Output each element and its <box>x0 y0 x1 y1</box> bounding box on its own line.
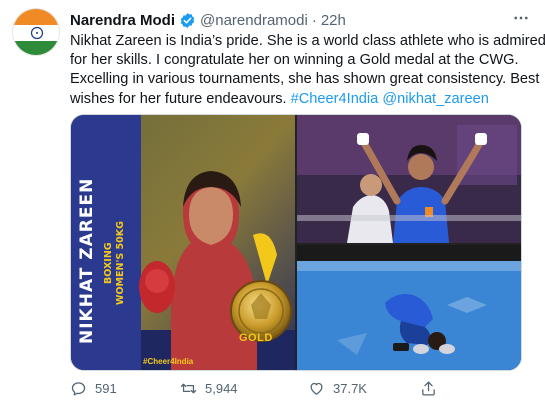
tweet-line-last: wishes for her future endeavours. #Cheer… <box>70 90 530 109</box>
poster-event-category: WOMEN'S 50KG <box>115 221 126 305</box>
heart-icon <box>310 382 323 395</box>
kneeling-photo[interactable] <box>297 245 521 370</box>
poster-event-sport: BOXING <box>103 242 114 284</box>
retweet-icon <box>180 383 197 393</box>
tweet-text: Nikhat Zareen is India’s pride. She is a… <box>70 32 545 109</box>
poster-athlete-name: NIKHAT ZAREEN <box>77 177 97 345</box>
author-handle[interactable]: @narendramodi <box>200 12 308 29</box>
tweet-line: Nikhat Zareen is India’s pride. She is a… <box>70 33 545 49</box>
avatar[interactable] <box>12 8 60 56</box>
kneeling-photo-artwork <box>297 245 521 370</box>
tweet-actions: 591 5,944 37.7K <box>70 376 530 400</box>
celebration-photo[interactable] <box>297 115 521 243</box>
poster-hashtag: #Cheer4India <box>143 357 194 366</box>
poster-event: BOXING WOMEN'S 50KG <box>103 198 137 328</box>
celebration-photo-artwork <box>297 115 521 243</box>
reply-icon <box>71 381 86 396</box>
mention-link[interactable]: @nikhat_zareen <box>382 91 489 107</box>
share-icon <box>422 380 435 396</box>
share-button[interactable] <box>420 380 437 397</box>
indian-flag-avatar-icon <box>13 9 59 55</box>
poster-image[interactable]: NIKHAT ZAREEN BOXING WOMEN'S 50KG GOLD #C… <box>71 115 295 370</box>
like-count: 37.7K <box>333 380 367 396</box>
retweet-count: 5,944 <box>205 380 238 396</box>
like-button[interactable]: 37.7K <box>308 380 367 397</box>
reply-count: 591 <box>95 380 117 396</box>
author-name[interactable]: Narendra Modi <box>70 12 175 29</box>
reply-button[interactable]: 591 <box>70 380 117 397</box>
hashtag-link[interactable]: #Cheer4India <box>291 91 379 107</box>
tweet-line: for her skills. I congratulate her on wi… <box>70 52 519 69</box>
tweet-line-text: wishes for her future endeavours. <box>70 90 287 107</box>
tweet-line: Excelling in various tournaments, she ha… <box>70 71 540 88</box>
poster-medal-label: GOLD <box>239 332 273 344</box>
separator-dot: · <box>311 11 317 29</box>
tweet-timestamp[interactable]: 22h <box>321 12 346 29</box>
retweet-button[interactable]: 5,944 <box>180 380 238 397</box>
more-options-icon[interactable] <box>511 8 531 28</box>
verified-badge-icon <box>179 12 196 29</box>
tweet-header: Narendra Modi @narendramodi · 22h <box>70 10 531 30</box>
media-grid[interactable]: NIKHAT ZAREEN BOXING WOMEN'S 50KG GOLD #C… <box>70 114 522 371</box>
